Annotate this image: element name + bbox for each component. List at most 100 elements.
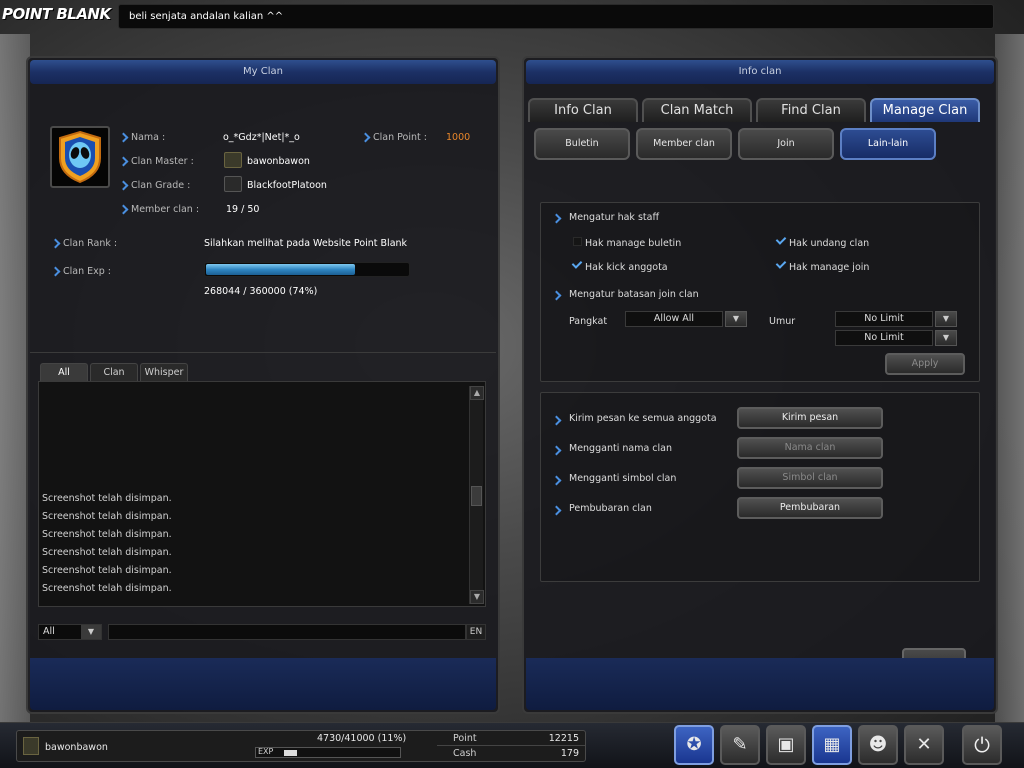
master-arrow-icon xyxy=(118,156,129,167)
checkbox-kick-anggota[interactable] xyxy=(573,261,582,270)
language-toggle[interactable]: EN xyxy=(466,624,486,640)
tab-info-clan[interactable]: Info Clan xyxy=(528,98,638,122)
scroll-down-icon[interactable]: ▼ xyxy=(470,590,484,604)
age-min-dropdown[interactable]: No Limit xyxy=(835,311,933,327)
chat-channel-select[interactable]: All ▼ xyxy=(38,624,102,640)
chat-message: Screenshot telah disimpan. xyxy=(42,529,172,540)
point-label: Point xyxy=(453,733,477,744)
section-divider xyxy=(30,352,496,353)
tab-find-clan[interactable]: Find Clan xyxy=(756,98,866,122)
clan-point-value: 1000 xyxy=(446,132,471,143)
checkbox-manage-join[interactable] xyxy=(777,261,786,270)
chat-tab-all[interactable]: All xyxy=(40,363,88,381)
manage-subtabs: Buletin Member clan Join Lain-lain xyxy=(534,128,942,160)
send-message-button[interactable]: Kirim pesan xyxy=(737,407,883,429)
settings-section: Mengatur hak staff Hak manage buletin Ha… xyxy=(540,202,980,382)
chat-message: Screenshot telah disimpan. xyxy=(42,565,172,576)
rename-clan-button[interactable]: Nama clan xyxy=(737,437,883,459)
rank-dropdown[interactable]: Allow All xyxy=(625,311,723,327)
checkbox-undang-clan[interactable] xyxy=(777,237,786,246)
label-umur: Umur xyxy=(769,316,796,327)
chat-log: Screenshot telah disimpan. Screenshot te… xyxy=(38,381,486,607)
clan-point-arrow-icon xyxy=(360,132,371,143)
user-exp-text: 4730/41000 (11%) xyxy=(317,733,407,744)
label-ganti-nama: Mengganti nama clan xyxy=(569,443,672,454)
exp-arrow-icon xyxy=(50,266,61,277)
info-clan-panel: Info clan Info Clan Clan Match Find Clan… xyxy=(522,56,998,714)
clan-grade-value: BlackfootPlatoon xyxy=(247,180,327,191)
power-icon[interactable]: ⏻ xyxy=(962,725,1002,765)
action-arrow-icon xyxy=(551,505,562,516)
subtab-buletin[interactable]: Buletin xyxy=(534,128,630,160)
subtab-lain-lain[interactable]: Lain-lain xyxy=(840,128,936,160)
clan-tabs: Info Clan Clan Match Find Clan Manage Cl… xyxy=(528,98,984,122)
label-clan-grade: Clan Grade : xyxy=(131,180,191,191)
info-clan-footer xyxy=(526,658,994,710)
label-pembubaran: Pembubaran clan xyxy=(569,503,652,514)
tab-manage-clan[interactable]: Manage Clan xyxy=(870,98,980,122)
chat-message: Screenshot telah disimpan. xyxy=(42,547,172,558)
label-manage-buletin: Hak manage buletin xyxy=(585,238,682,249)
chat-input[interactable] xyxy=(108,624,466,640)
grade-badge-icon xyxy=(224,176,242,192)
label-ganti-simbol: Mengganti simbol clan xyxy=(569,473,677,484)
subtab-member-clan[interactable]: Member clan xyxy=(636,128,732,160)
cash-value: 179 xyxy=(560,748,579,759)
staff-heading: Mengatur hak staff xyxy=(569,212,659,223)
tab-clan-match[interactable]: Clan Match xyxy=(642,98,752,122)
shop-bag-icon[interactable]: ▣ xyxy=(766,725,806,765)
action-arrow-icon xyxy=(551,445,562,456)
chat-message: Screenshot telah disimpan. xyxy=(42,583,172,594)
top-bar: POINT BLANK beli senjata andalan kalian … xyxy=(0,0,1024,34)
label-member-clan: Member clan : xyxy=(131,204,200,215)
chat-tab-whisper[interactable]: Whisper xyxy=(140,363,188,381)
my-clan-panel: My Clan Nama : o_*Gdz*|Net|*_o Clan Poin… xyxy=(26,56,500,714)
chevron-down-icon[interactable]: ▼ xyxy=(935,330,957,346)
member-count: 19 / 50 xyxy=(226,204,260,215)
point-value: 12215 xyxy=(548,733,579,744)
community-icon[interactable]: ☻ xyxy=(858,725,898,765)
scroll-thumb[interactable] xyxy=(471,486,482,506)
main-menu: ✪ ✎ ▣ ▦ ☻ ✕ xyxy=(674,725,950,765)
status-separator xyxy=(437,745,585,746)
actions-section: Kirim pesan ke semua anggota Kirim pesan… xyxy=(540,392,980,582)
apply-button[interactable]: Apply xyxy=(885,353,965,375)
label-pangkat: Pangkat xyxy=(569,316,608,327)
staff-arrow-icon xyxy=(551,213,562,224)
checkbox-manage-buletin[interactable] xyxy=(573,237,582,246)
change-symbol-button[interactable]: Simbol clan xyxy=(737,467,883,489)
rank-chevron-icon xyxy=(224,152,242,168)
settings-wrench-icon[interactable]: ✕ xyxy=(904,725,944,765)
action-arrow-icon xyxy=(551,475,562,486)
alien-emblem-icon xyxy=(59,130,101,184)
label-clan-master: Clan Master : xyxy=(131,156,194,167)
label-clan-exp: Clan Exp : xyxy=(63,266,112,277)
user-status-box: bawonbawon 4730/41000 (11%) EXP Point 12… xyxy=(16,730,586,762)
user-rank-icon xyxy=(23,737,39,755)
chat-scrollbar[interactable]: ▲ ▼ xyxy=(469,386,484,604)
chevron-down-icon[interactable]: ▼ xyxy=(81,625,101,639)
subtab-join[interactable]: Join xyxy=(738,128,834,160)
cash-label: Cash xyxy=(453,748,477,759)
info-clan-title: Info clan xyxy=(526,60,994,84)
clan-rank-value: Silahkan melihat pada Website Point Blan… xyxy=(204,238,408,249)
cart-icon[interactable]: ▦ xyxy=(812,725,852,765)
disband-clan-button[interactable]: Pembubaran xyxy=(737,497,883,519)
label-nama: Nama : xyxy=(131,132,166,143)
rank-arrow-icon xyxy=(50,238,61,249)
chat-tabs: All Clan Whisper xyxy=(40,363,190,381)
clan-exp-text: 268044 / 360000 (74%) xyxy=(204,286,318,297)
age-max-dropdown[interactable]: No Limit xyxy=(835,330,933,346)
chat-lines: Screenshot telah disimpan. Screenshot te… xyxy=(42,490,172,598)
join-arrow-icon xyxy=(551,290,562,301)
label-undang-clan: Hak undang clan xyxy=(789,238,870,249)
clan-emblem-icon[interactable]: ✪ xyxy=(674,725,714,765)
chevron-down-icon[interactable]: ▼ xyxy=(935,311,957,327)
user-exp-fill xyxy=(284,750,297,756)
nama-arrow-icon xyxy=(118,132,129,143)
scroll-up-icon[interactable]: ▲ xyxy=(470,386,484,400)
news-ticker: beli senjata andalan kalian ^^ xyxy=(118,4,994,29)
inventory-icon[interactable]: ✎ xyxy=(720,725,760,765)
chevron-down-icon[interactable]: ▼ xyxy=(725,311,747,327)
chat-tab-clan[interactable]: Clan xyxy=(90,363,138,381)
